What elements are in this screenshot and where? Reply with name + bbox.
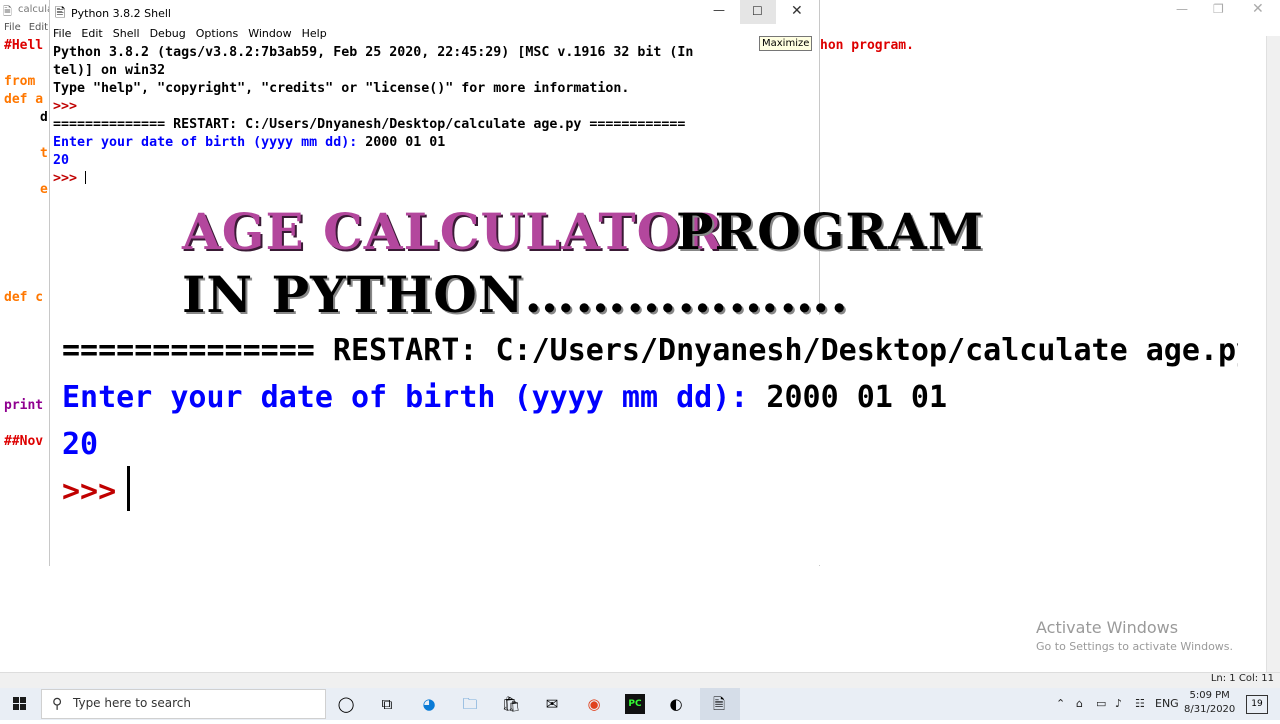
cortana-icon[interactable]: ◯ (335, 693, 357, 715)
shell-line: Python 3.8.2 (tags/v3.8.2:7b3ab59, Feb 2… (53, 45, 694, 60)
clock-time: 5:09 PM (1189, 690, 1230, 701)
code-line-9: ##Nov (4, 434, 44, 449)
chrome-icon[interactable]: ◉ (583, 693, 605, 715)
overlay-title-rest: PROGRAM (676, 202, 985, 261)
code-line-1: #Hell (4, 38, 44, 53)
shell-menu-file[interactable]: File (53, 27, 71, 40)
shell-prompt-active[interactable]: >>> (53, 170, 801, 184)
activate-windows-subtitle: Go to Settings to activate Windows. (1036, 640, 1234, 653)
shell-prompt: >>> (53, 99, 86, 114)
shell-menu-edit[interactable]: Edit (81, 27, 102, 40)
shell-close-icon[interactable]: ✕ (791, 3, 803, 19)
task-view-icon[interactable]: ⧉ (376, 693, 398, 715)
pycharm-icon[interactable]: PC (625, 694, 645, 714)
activate-windows-title: Activate Windows (1036, 618, 1179, 637)
zoomed-shell-output: ============== RESTART: C:/Users/Dnyanes… (62, 327, 1238, 515)
notification-center-icon[interactable]: 19 (1246, 695, 1268, 714)
shell-result: 20 (53, 153, 70, 168)
idle-icon[interactable]: 🗎 (708, 693, 730, 715)
code-line-5: t (40, 146, 48, 161)
shell-menubar: File Edit Shell Debug Options Window Help (53, 27, 337, 40)
battery-icon[interactable]: ▭ (1096, 697, 1106, 710)
code-line-7: def c (4, 290, 44, 305)
code-line-8: print (4, 398, 44, 413)
shell-restart-line: ============== RESTART: C:/Users/Dnyanes… (53, 117, 686, 132)
editor-minimize-icon[interactable]: — (1176, 2, 1188, 16)
editor-maximize-icon[interactable]: ❐ (1213, 2, 1224, 16)
code-line-4: d (40, 110, 48, 125)
shell-menu-options[interactable]: Options (196, 27, 238, 40)
idle-shell-icon: 🖹 (55, 6, 66, 21)
editor-title: calcula (18, 4, 54, 15)
editor-scrollbar[interactable] (1266, 36, 1280, 672)
language-indicator[interactable]: ENG (1155, 697, 1179, 710)
code-comment-right: hon program. (820, 38, 914, 53)
editor-statusbar (0, 672, 1280, 689)
editor-status-position: Ln: 1 Col: 11 (1210, 673, 1274, 684)
windows-logo-icon (13, 697, 26, 710)
editor-close-icon[interactable]: ✕ (1252, 1, 1264, 17)
volume-icon[interactable]: ♪ (1115, 697, 1122, 710)
file-explorer-icon[interactable]: 🗀 (459, 693, 481, 715)
overlay-title-colored: AGE CALCULATOR (182, 202, 724, 261)
zoom-input-line: Enter your date of birth (yyyy mm dd): 2… (62, 380, 948, 415)
show-hidden-icons[interactable]: ⌃ (1056, 697, 1065, 710)
zoom-restart-line: ============== RESTART: C:/Users/Dnyanes… (62, 333, 1238, 368)
store-icon[interactable]: 🛍 (500, 693, 522, 715)
editor-menu-file[interactable]: File (4, 22, 21, 33)
clock[interactable]: 5:09 PM 8/31/2020 (1184, 689, 1235, 717)
editor-file-icon: 🗎 (3, 5, 12, 18)
text-cursor (127, 466, 130, 511)
shell-input-line: Enter your date of birth (yyyy mm dd): 2… (53, 135, 446, 150)
code-line-6: e (40, 182, 48, 197)
zoom-prompt: >>> (62, 474, 135, 509)
wifi-icon[interactable]: ☷ (1135, 697, 1145, 710)
edge-icon[interactable]: ◕ (418, 693, 440, 715)
shell-maximize-icon[interactable]: ☐ (752, 4, 763, 18)
shell-menu-help[interactable]: Help (302, 27, 327, 40)
shell-line: Type "help", "copyright", "credits" or "… (53, 81, 630, 96)
notification-count: 19 (1251, 699, 1263, 709)
shell-minimize-icon[interactable]: — (713, 3, 725, 17)
obs-icon[interactable]: ◐ (665, 693, 687, 715)
search-icon: ⚲ (52, 696, 63, 712)
mail-icon[interactable]: ✉ (541, 693, 563, 715)
start-button[interactable] (0, 688, 40, 720)
shell-menu-debug[interactable]: Debug (150, 27, 186, 40)
code-line-2: from (4, 74, 36, 89)
zoom-result: 20 (62, 427, 99, 462)
shell-menu-window[interactable]: Window (248, 27, 291, 40)
editor-menu-edit[interactable]: Edit (29, 22, 48, 33)
network-icon[interactable]: ⌂ (1076, 697, 1083, 710)
search-placeholder: Type here to search (73, 696, 191, 710)
shell-output[interactable]: Python 3.8.2 (tags/v3.8.2:7b3ab59, Feb 2… (53, 44, 801, 184)
shell-menu-shell[interactable]: Shell (113, 27, 140, 40)
code-line-3: def a (4, 92, 44, 107)
shell-line: tel)] on win32 (53, 63, 166, 78)
maximize-tooltip: Maximize (759, 36, 813, 51)
shell-title: Python 3.8.2 Shell (71, 7, 171, 20)
clock-date: 8/31/2020 (1184, 704, 1236, 715)
